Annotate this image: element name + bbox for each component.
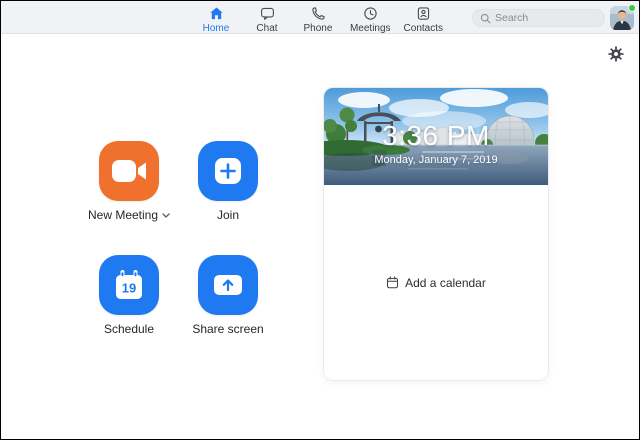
tab-phone[interactable]: Phone	[299, 1, 337, 34]
calendar-add-icon	[386, 276, 399, 289]
video-camera-icon	[111, 158, 147, 184]
new-meeting-label-row: New Meeting	[88, 208, 170, 222]
schedule-label: Schedule	[104, 322, 154, 336]
calendar-icon: 19	[114, 269, 144, 301]
calendar-day-number: 19	[122, 281, 136, 296]
clock-wallpaper: 3:36 PM Monday, January 7, 2019	[324, 88, 548, 185]
main-nav: Home Chat Phone Meetings	[197, 1, 443, 34]
search-field-container	[472, 9, 605, 27]
tab-home-label: Home	[203, 23, 230, 34]
tab-chat-label: Chat	[256, 23, 277, 34]
tab-phone-label: Phone	[304, 23, 333, 34]
tab-chat[interactable]: Chat	[248, 1, 286, 34]
tab-contacts[interactable]: Contacts	[404, 1, 443, 34]
home-icon	[208, 6, 223, 21]
tab-contacts-label: Contacts	[404, 23, 443, 34]
add-calendar-button[interactable]: Add a calendar	[386, 276, 486, 290]
share-screen-label: Share screen	[192, 322, 263, 336]
zoom-app-window: Home Chat Phone Meetings	[0, 0, 640, 440]
chat-icon	[259, 6, 274, 21]
action-share-screen: Share screen	[198, 255, 258, 336]
top-navigation-bar: Home Chat Phone Meetings	[1, 1, 639, 34]
search-icon	[480, 13, 491, 24]
plus-icon	[214, 157, 242, 185]
tab-meetings-label: Meetings	[350, 23, 391, 34]
action-schedule: 19 Schedule	[99, 255, 159, 336]
chevron-down-icon[interactable]	[162, 213, 170, 218]
gear-icon	[608, 46, 624, 62]
presence-indicator	[628, 4, 636, 12]
new-meeting-button[interactable]	[99, 141, 159, 201]
share-screen-button[interactable]	[198, 255, 258, 315]
meetings-icon	[363, 6, 378, 21]
phone-icon	[310, 6, 325, 21]
tab-home[interactable]: Home	[197, 1, 235, 34]
tab-meetings[interactable]: Meetings	[350, 1, 391, 34]
home-action-grid: New Meeting Join	[99, 141, 258, 336]
join-button[interactable]	[198, 141, 258, 201]
user-avatar[interactable]	[610, 6, 634, 30]
schedule-button[interactable]: 19	[99, 255, 159, 315]
action-join: Join	[198, 141, 258, 222]
action-new-meeting: New Meeting	[99, 141, 159, 222]
search-input[interactable]	[495, 12, 597, 24]
contacts-icon	[416, 6, 431, 21]
settings-button[interactable]	[608, 46, 624, 62]
wallpaper-scene-image	[324, 88, 549, 185]
add-calendar-label: Add a calendar	[405, 276, 486, 290]
new-meeting-label: New Meeting	[88, 208, 158, 222]
home-side-card: 3:36 PM Monday, January 7, 2019 Add a ca…	[323, 87, 549, 381]
join-label: Join	[217, 208, 239, 222]
screen-share-icon	[213, 274, 243, 296]
calendar-panel: Add a calendar	[324, 185, 548, 380]
